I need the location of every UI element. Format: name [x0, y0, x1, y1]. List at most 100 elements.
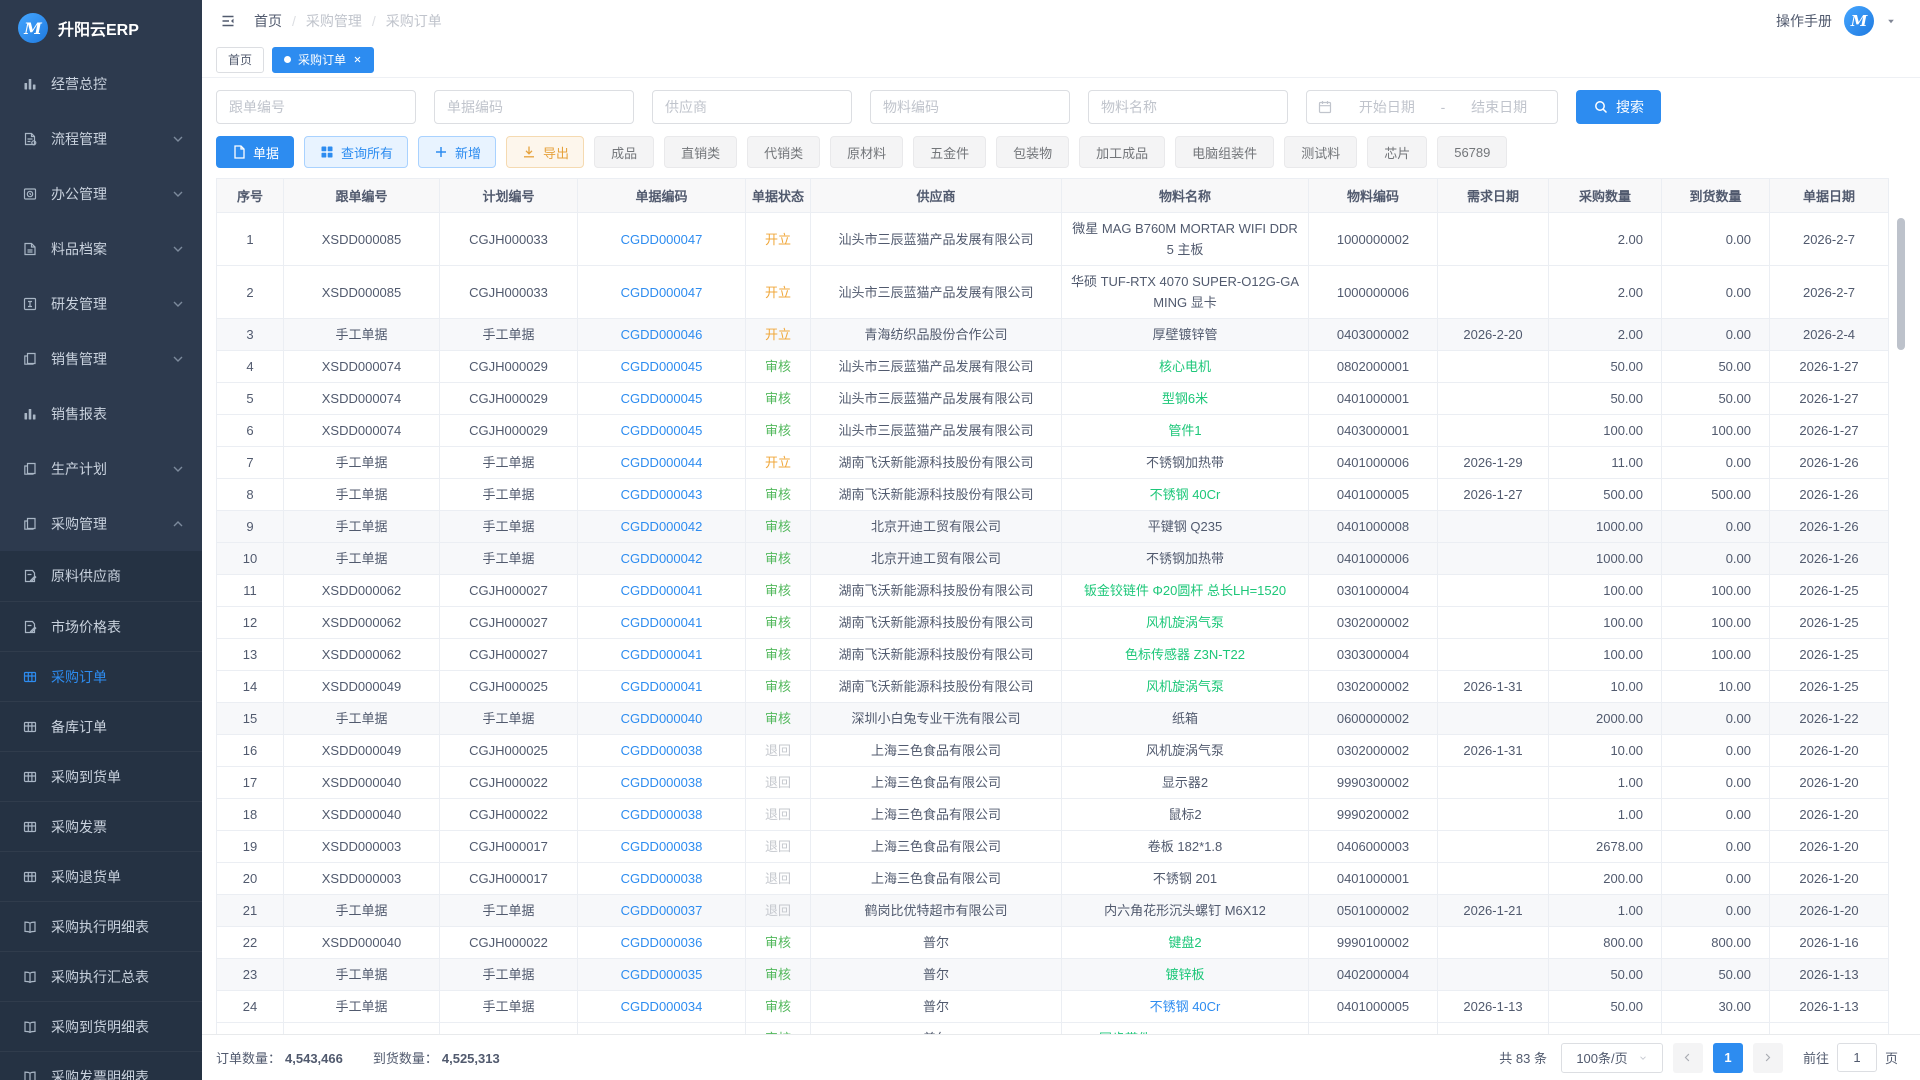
category-chip-4[interactable]: 五金件 — [913, 136, 986, 168]
table-row[interactable]: 4XSDD000074CGJH000029CGDD000045审核汕头市三辰蓝猫… — [217, 351, 1889, 383]
table-row[interactable]: 15手工单据手工单据CGDD000040审核深圳小白兔专业干洗有限公司纸箱060… — [217, 703, 1889, 735]
filter-input-material-name[interactable] — [1088, 90, 1288, 124]
doc-code-link[interactable]: CGDD000047 — [578, 213, 746, 266]
material-name[interactable]: 钣金铰链件 Φ20圆杆 总长LH=1520 — [1062, 575, 1309, 607]
user-caret-down-icon[interactable] — [1886, 16, 1896, 26]
material-name[interactable]: 不锈钢 40Cr — [1062, 479, 1309, 511]
material-name[interactable]: 同步带件B CA=1800 JJ=1800 — [1062, 1023, 1309, 1035]
filter-input-doc-code[interactable] — [434, 90, 634, 124]
sidebar-item-office-mgmt[interactable]: 办公管理 — [0, 166, 202, 221]
sidebar-subitem-purchase-exec-detail[interactable]: 采购执行明细表 — [0, 901, 202, 951]
tab-purchase-order[interactable]: 采购订单 — [272, 47, 374, 73]
doc-code-link[interactable]: CGDD000038 — [578, 767, 746, 799]
filter-input-track-no[interactable] — [216, 90, 416, 124]
scrollbar-thumb[interactable] — [1897, 218, 1905, 350]
category-chip-10[interactable]: 56789 — [1437, 136, 1507, 168]
doc-code-link[interactable]: CGDD000033 — [578, 1023, 746, 1035]
sidebar-subitem-purchase-invoice[interactable]: 采购发票 — [0, 801, 202, 851]
table-row[interactable]: 20XSDD000003CGJH000017CGDD000038退回上海三色食品… — [217, 863, 1889, 895]
table-row[interactable]: 2XSDD000085CGJH000033CGDD000047开立汕头市三辰蓝猫… — [217, 266, 1889, 319]
doc-code-link[interactable]: CGDD000037 — [578, 895, 746, 927]
doc-code-link[interactable]: CGDD000045 — [578, 383, 746, 415]
doc-code-link[interactable]: CGDD000041 — [578, 607, 746, 639]
table-row[interactable]: 9手工单据手工单据CGDD000042审核北京开迪工贸有限公司平键钢 Q2350… — [217, 511, 1889, 543]
sidebar-item-rnd-mgmt[interactable]: 研发管理 — [0, 276, 202, 331]
doc-code-link[interactable]: CGDD000045 — [578, 415, 746, 447]
breadcrumb-item[interactable]: 采购订单 — [386, 11, 442, 31]
table-row[interactable]: 7手工单据手工单据CGDD000044开立湖南飞沃新能源科技股份有限公司不锈钢加… — [217, 447, 1889, 479]
material-name[interactable]: 不锈钢 40Cr — [1062, 991, 1309, 1023]
table-row[interactable]: 13XSDD000062CGJH000027CGDD000041审核湖南飞沃新能… — [217, 639, 1889, 671]
sidebar-item-process-mgmt[interactable]: 流程管理 — [0, 111, 202, 166]
add-button[interactable]: 新增 — [418, 136, 496, 168]
tab-home[interactable]: 首页 — [216, 47, 264, 73]
table-row[interactable]: 17XSDD000040CGJH000022CGDD000038退回上海三色食品… — [217, 767, 1889, 799]
page-size-select[interactable]: 100条/页 — [1561, 1043, 1663, 1073]
sidebar-subitem-purchase-invoice-detail[interactable]: 采购发票明细表 — [0, 1051, 202, 1080]
table-row[interactable]: 16XSDD000049CGJH000025CGDD000038退回上海三色食品… — [217, 735, 1889, 767]
doc-code-link[interactable]: CGDD000038 — [578, 799, 746, 831]
sidebar-subitem-market-price[interactable]: 市场价格表 — [0, 601, 202, 651]
doc-code-link[interactable]: CGDD000042 — [578, 511, 746, 543]
doc-code-link[interactable]: CGDD000042 — [578, 543, 746, 575]
export-button[interactable]: 导出 — [506, 136, 584, 168]
table-row[interactable]: 24手工单据手工单据CGDD000034审核普尔不锈钢 40Cr04010000… — [217, 991, 1889, 1023]
sidebar-subitem-purchase-return[interactable]: 采购退货单 — [0, 851, 202, 901]
doc-code-link[interactable]: CGDD000038 — [578, 831, 746, 863]
material-name[interactable]: 风机旋涡气泵 — [1062, 671, 1309, 703]
table-row[interactable]: 3手工单据手工单据CGDD000046开立青海纺织品股份合作公司厚壁镀锌管040… — [217, 319, 1889, 351]
doc-code-link[interactable]: CGDD000045 — [578, 351, 746, 383]
category-chip-5[interactable]: 包装物 — [996, 136, 1069, 168]
category-chip-9[interactable]: 芯片 — [1367, 136, 1427, 168]
material-name[interactable]: 风机旋涡气泵 — [1062, 607, 1309, 639]
doc-code-link[interactable]: CGDD000038 — [578, 863, 746, 895]
sidebar-subitem-stock-order[interactable]: 备库订单 — [0, 701, 202, 751]
breadcrumb-item[interactable]: 采购管理 — [306, 11, 362, 31]
doc-code-link[interactable]: CGDD000046 — [578, 319, 746, 351]
material-name[interactable]: 型钢6米 — [1062, 383, 1309, 415]
table-row[interactable]: 22XSDD000040CGJH000022CGDD000036审核普尔键盘29… — [217, 927, 1889, 959]
doc-code-link[interactable]: CGDD000041 — [578, 575, 746, 607]
table-row[interactable]: 18XSDD000040CGJH000022CGDD000038退回上海三色食品… — [217, 799, 1889, 831]
table-row[interactable]: 23手工单据手工单据CGDD000035审核普尔镀锌板040200000450.… — [217, 959, 1889, 991]
table-row[interactable]: 10手工单据手工单据CGDD000042审核北京开迪工贸有限公司不锈钢加热带04… — [217, 543, 1889, 575]
table-row[interactable]: 21手工单据手工单据CGDD000037退回鹤岗比优特超市有限公司内六角花形沉头… — [217, 895, 1889, 927]
sidebar-item-sales-report[interactable]: 销售报表 — [0, 386, 202, 441]
operation-manual-link[interactable]: 操作手册 — [1776, 11, 1832, 31]
material-name[interactable]: 色标传感器 Z3N-T22 — [1062, 639, 1309, 671]
doc-code-link[interactable]: CGDD000044 — [578, 447, 746, 479]
doc-code-link[interactable]: CGDD000041 — [578, 671, 746, 703]
sidebar-subitem-purchase-exec-summary[interactable]: 采购执行汇总表 — [0, 951, 202, 1001]
category-chip-6[interactable]: 加工成品 — [1079, 136, 1165, 168]
material-name[interactable]: 键盘2 — [1062, 927, 1309, 959]
current-page-button[interactable]: 1 — [1713, 1043, 1743, 1073]
table-row[interactable]: 5XSDD000074CGJH000029CGDD000045审核汕头市三辰蓝猫… — [217, 383, 1889, 415]
sidebar-item-material-archive[interactable]: 料品档案 — [0, 221, 202, 276]
table-row[interactable]: 8手工单据手工单据CGDD000043审核湖南飞沃新能源科技股份有限公司不锈钢 … — [217, 479, 1889, 511]
doc-code-link[interactable]: CGDD000035 — [578, 959, 746, 991]
sidebar-subitem-purchase-order[interactable]: 采购订单 — [0, 651, 202, 701]
document-button[interactable]: 单据 — [216, 136, 294, 168]
prev-page-button[interactable] — [1673, 1043, 1703, 1073]
material-name[interactable]: 镀锌板 — [1062, 959, 1309, 991]
search-button[interactable]: 搜索 — [1576, 90, 1661, 124]
doc-code-link[interactable]: CGDD000043 — [578, 479, 746, 511]
sidebar-item-sales-mgmt[interactable]: 销售管理 — [0, 331, 202, 386]
material-name[interactable]: 核心电机 — [1062, 351, 1309, 383]
sidebar-subitem-purchase-arrival[interactable]: 采购到货单 — [0, 751, 202, 801]
category-chip-0[interactable]: 成品 — [594, 136, 654, 168]
filter-input-supplier[interactable] — [652, 90, 852, 124]
doc-code-link[interactable]: CGDD000040 — [578, 703, 746, 735]
doc-code-link[interactable]: CGDD000034 — [578, 991, 746, 1023]
sidebar-item-business-overview[interactable]: 经营总控 — [0, 56, 202, 111]
query-all-button[interactable]: 查询所有 — [304, 136, 408, 168]
sidebar-subitem-purchase-arrival-detail[interactable]: 采购到货明细表 — [0, 1001, 202, 1051]
breadcrumb-item[interactable]: 首页 — [254, 11, 282, 31]
doc-code-link[interactable]: CGDD000038 — [578, 735, 746, 767]
filter-input-material-code[interactable] — [870, 90, 1070, 124]
table-row[interactable]: 6XSDD000074CGJH000029CGDD000045审核汕头市三辰蓝猫… — [217, 415, 1889, 447]
material-name[interactable]: 管件1 — [1062, 415, 1309, 447]
category-chip-2[interactable]: 代销类 — [747, 136, 820, 168]
collapse-menu-icon[interactable] — [220, 13, 236, 29]
category-chip-8[interactable]: 测试料 — [1284, 136, 1357, 168]
